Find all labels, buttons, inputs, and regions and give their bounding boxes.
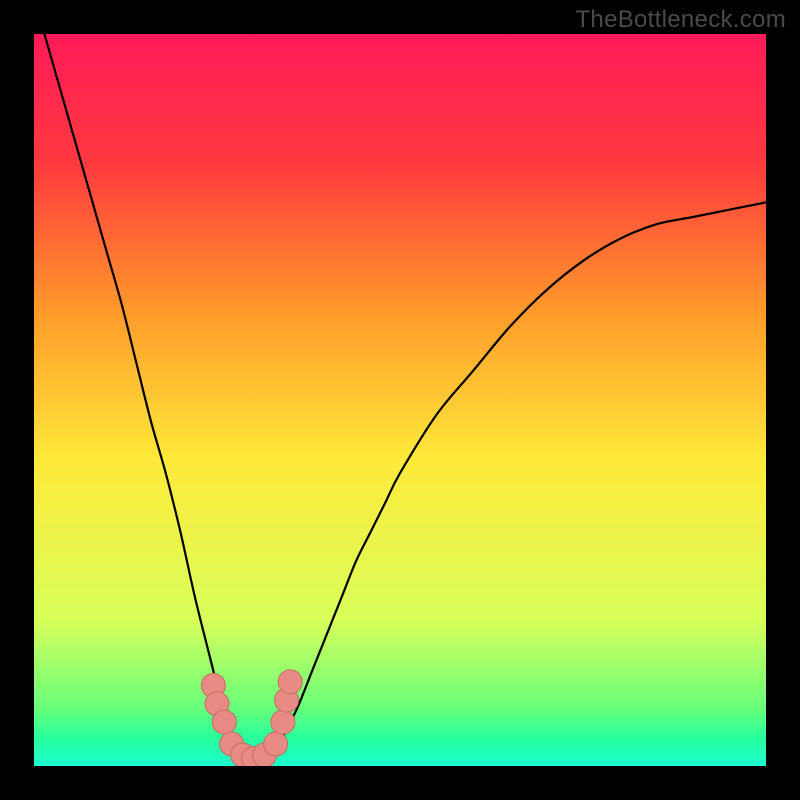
data-marker xyxy=(271,710,295,734)
data-marker xyxy=(212,710,236,734)
outer-frame: TheBottleneck.com xyxy=(0,0,800,800)
marker-group xyxy=(201,670,302,766)
data-marker xyxy=(278,670,302,694)
plot-area xyxy=(34,34,766,766)
marker-layer xyxy=(34,34,766,766)
watermark-text: TheBottleneck.com xyxy=(575,6,786,34)
data-marker xyxy=(264,732,288,756)
